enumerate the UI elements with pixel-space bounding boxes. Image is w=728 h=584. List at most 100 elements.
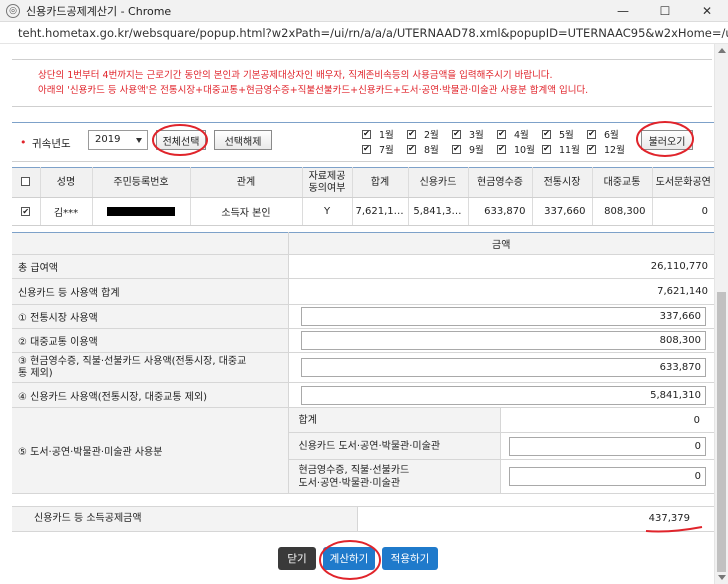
culture-cash-label: 현금영수증, 직불·선불카드 도서·공연·박물관·미술관 <box>288 459 501 494</box>
row-consent: Y <box>302 197 353 226</box>
calc-row-transit: ② 대중교통 이용액 808,300 <box>12 328 714 353</box>
card-total-label: 신용카드 등 사용액 합계 <box>12 278 289 305</box>
year-label: 귀속년도 <box>32 138 71 150</box>
month-checkbox-4[interactable]: ✔ 4월 <box>497 127 537 141</box>
apply-button[interactable]: 적용하기 <box>382 547 438 570</box>
calc-row-culture-sum: ⑤ 도서·공연·박물관·미술관 사용분 합계 0 <box>12 407 714 494</box>
calc-row-market: ① 전통시장 사용액 337,660 <box>12 304 714 329</box>
checkbox-checked-icon[interactable]: ✔ <box>497 129 506 139</box>
row-transit: 808,300 <box>592 197 653 226</box>
scroll-down-icon[interactable] <box>718 575 726 580</box>
minimize-icon[interactable]: — <box>602 0 644 22</box>
culture-sum-value: 0 <box>500 407 714 433</box>
calculate-button[interactable]: 계산하기 <box>323 547 375 570</box>
row-total: 7,621,1… <box>352 197 409 226</box>
row-name: 김*** <box>40 197 93 226</box>
cash-input[interactable]: 633,870 <box>300 358 706 377</box>
table-row[interactable]: ✔ 김*** 소득자 본인 Y 7,621,1… 5,841,3… 633,87… <box>12 197 714 226</box>
checkbox-checked-icon[interactable]: ✔ <box>587 129 596 139</box>
notice-line-2: 아래의 '신용카드 등 사용액'은 전통시장+대중교통+현금영수증+직불선불카드… <box>38 85 589 96</box>
month-checkbox-12[interactable]: ✔ 12월 <box>587 142 627 156</box>
month-checkbox-1[interactable]: ✔ 1월 <box>362 127 402 141</box>
checkbox-checked-icon[interactable]: ✔ <box>362 144 371 154</box>
scrollbar-thumb[interactable] <box>717 292 726 572</box>
required-mark-icon: • <box>20 136 27 149</box>
month-checkbox-2[interactable]: ✔ 2월 <box>407 127 447 141</box>
deselect-all-button[interactable]: 선택해제 <box>214 130 272 150</box>
header-rrn: 주민등록번호 <box>92 167 191 198</box>
checkbox-unchecked-icon[interactable] <box>21 177 31 186</box>
year-month-filter: • 귀속년도 2019 전체선택 선택해제 ✔ 1월 ✔ 2월 ✔ 3월 ✔ 4월 ✔ 5… <box>12 122 714 162</box>
header-relation: 관계 <box>190 167 303 198</box>
credit-input[interactable]: 5,841,310 <box>300 385 706 405</box>
month-checkbox-11[interactable]: ✔ 11월 <box>542 142 582 156</box>
month-checkbox-8[interactable]: ✔ 8월 <box>407 142 447 156</box>
calc-header-row: 금액 <box>12 232 714 255</box>
window-title: 신용카드공제계산기 - Chrome <box>26 4 172 18</box>
header-consent: 자료제공 동의여부 <box>302 167 353 198</box>
load-button[interactable]: 불러오기 <box>641 130 693 150</box>
row-credit: 5,841,3… <box>408 197 469 226</box>
gross-salary-value: 26,110,770 <box>288 254 714 279</box>
month-checkboxes: ✔ 1월 ✔ 2월 ✔ 3월 ✔ 4월 ✔ 5월 ✔ 6월 ✔ 7월 ✔ 8월 ✔ 9월 ✔ 10월… <box>362 127 642 159</box>
year-select[interactable]: 2019 <box>88 130 148 150</box>
checkbox-checked-icon[interactable]: ✔ <box>452 144 461 154</box>
checkbox-checked-icon[interactable]: ✔ <box>452 129 461 139</box>
redaction-bar <box>107 206 175 216</box>
header-culture: 도서문화공연 <box>652 167 714 198</box>
culture-credit-input[interactable]: 0 <box>508 436 706 456</box>
culture-label: ⑤ 도서·공연·박물관·미술관 사용분 <box>12 407 289 494</box>
culture-cash-input[interactable]: 0 <box>508 467 706 486</box>
transit-input[interactable]: 808,300 <box>300 331 706 350</box>
close-button[interactable]: 닫기 <box>278 547 316 570</box>
market-input[interactable]: 337,660 <box>300 307 706 326</box>
month-checkbox-7[interactable]: ✔ 7월 <box>362 142 402 156</box>
header-cash: 현금영수증 <box>468 167 533 198</box>
notice-line-1: 상단의 1번부터 4번까지는 근로기간 동안의 본인과 기본공제대상자인 배우자… <box>38 70 553 81</box>
checkbox-checked-icon[interactable]: ✔ <box>542 129 551 139</box>
month-checkbox-10[interactable]: ✔ 10월 <box>497 142 537 156</box>
calc-row-cash: ③ 현금영수증, 직불·선불카드 사용액(전통시장, 대중교 통 제외) 633,… <box>12 352 714 383</box>
checkbox-checked-icon[interactable]: ✔ <box>407 129 416 139</box>
table-header-row: 성명 주민등록번호 관계 자료제공 동의여부 합계 신용카드 현금영수증 전통시장… <box>12 167 714 198</box>
close-icon[interactable]: ✕ <box>686 0 728 22</box>
checkbox-checked-icon[interactable]: ✔ <box>497 144 506 154</box>
transit-label: ② 대중교통 이용액 <box>12 328 289 353</box>
checkbox-checked-icon[interactable]: ✔ <box>21 206 31 216</box>
month-checkbox-3[interactable]: ✔ 3월 <box>452 127 492 141</box>
amount-header: 금액 <box>288 232 714 255</box>
header-market: 전통시장 <box>532 167 593 198</box>
header-transit: 대중교통 <box>592 167 653 198</box>
checkbox-checked-icon[interactable]: ✔ <box>542 144 551 154</box>
gross-salary-label: 총 급여액 <box>12 254 289 279</box>
usage-records-table: 성명 주민등록번호 관계 자료제공 동의여부 합계 신용카드 현금영수증 전통시장… <box>12 167 714 226</box>
credit-label: ④ 신용카드 사용액(전통시장, 대중교통 제외) <box>12 382 289 408</box>
deduction-total-value: 437,379 <box>648 513 690 524</box>
row-relation: 소득자 본인 <box>190 197 303 226</box>
checkbox-checked-icon[interactable]: ✔ <box>362 129 371 139</box>
scroll-up-icon[interactable] <box>718 48 726 53</box>
month-checkbox-5[interactable]: ✔ 5월 <box>542 127 582 141</box>
header-credit: 신용카드 <box>408 167 469 198</box>
market-label: ① 전통시장 사용액 <box>12 304 289 329</box>
deduction-total-label: 신용카드 등 소득공제금액 <box>12 507 358 531</box>
culture-credit-label: 신용카드 도서·공연·박물관·미술관 <box>288 432 501 460</box>
popup-content: 상단의 1번부터 4번까지는 근로기간 동안의 본인과 기본공제대상자인 배우자… <box>0 44 714 584</box>
row-rrn <box>92 197 191 226</box>
calc-row-gross-salary: 총 급여액 26,110,770 <box>12 254 714 279</box>
row-select[interactable]: ✔ <box>12 197 41 226</box>
header-name: 성명 <box>40 167 93 198</box>
vertical-scrollbar[interactable] <box>714 44 728 584</box>
address-bar[interactable]: teht.hometax.go.kr/websquare/popup.html?… <box>0 22 728 44</box>
calc-row-credit: ④ 신용카드 사용액(전통시장, 대중교통 제외) 5,841,310 <box>12 382 714 408</box>
checkbox-checked-icon[interactable]: ✔ <box>407 144 416 154</box>
deduction-total-row: 신용카드 등 소득공제금액 437,379 <box>12 506 714 532</box>
maximize-icon[interactable]: ☐ <box>644 0 686 22</box>
select-all-button[interactable]: 전체선택 <box>156 130 206 150</box>
calc-row-card-total: 신용카드 등 사용액 합계 7,621,140 <box>12 278 714 305</box>
header-select-all[interactable] <box>12 167 41 198</box>
month-checkbox-6[interactable]: ✔ 6월 <box>587 127 627 141</box>
checkbox-checked-icon[interactable]: ✔ <box>587 144 596 154</box>
month-checkbox-9[interactable]: ✔ 9월 <box>452 142 492 156</box>
action-buttons: 닫기 계산하기 적용하기 <box>0 547 714 571</box>
